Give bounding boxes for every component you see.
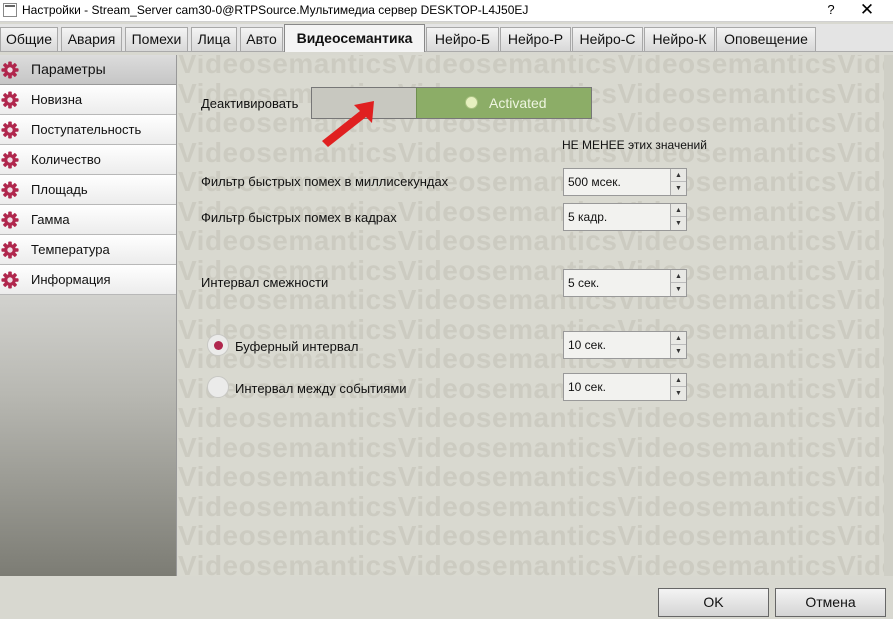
buffer-interval-stepper[interactable]: 10 сек. ▲ ▼ [563, 331, 687, 359]
adjacency-interval-label: Интервал смежности [201, 275, 329, 290]
toggle-on-segment: Activated [416, 88, 591, 118]
buffer-interval-label: Буферный интервал [235, 339, 359, 354]
tab-auto[interactable]: Авто [240, 27, 283, 51]
adjacency-interval-stepper[interactable]: 5 сек. ▲ ▼ [563, 269, 687, 297]
stepper-value: 10 сек. [568, 338, 606, 352]
stepper-up-icon[interactable]: ▲ [671, 204, 686, 217]
tab-neuro-b[interactable]: Нейро-Б [426, 27, 499, 51]
tab-neuro-k[interactable]: Нейро-К [644, 27, 715, 51]
stepper-down-icon[interactable]: ▼ [671, 283, 686, 296]
stepper-down-icon[interactable]: ▼ [671, 387, 686, 400]
gear-icon [1, 91, 19, 109]
ok-button[interactable]: OK [658, 588, 769, 617]
between-events-radio[interactable] [207, 376, 229, 398]
minimum-values-note: НЕ МЕНЕЕ этих значений [562, 138, 707, 152]
watermark-text: VideosemanticsVideosemanticsVideosemanti… [178, 402, 893, 433]
window-titlebar: Настройки - Stream_Server cam30-0@RTPSou… [0, 0, 893, 22]
stepper-down-icon[interactable]: ▼ [671, 182, 686, 195]
stepper-up-icon[interactable]: ▲ [671, 270, 686, 283]
sidebar-item-label: Поступательность [31, 122, 142, 137]
fast-noise-frames-label: Фильтр быстрых помех в кадрах [201, 210, 397, 225]
sidebar-item-label: Гамма [31, 212, 70, 227]
sidebar-item-area[interactable]: Площадь [0, 175, 176, 205]
between-events-stepper[interactable]: 10 сек. ▲ ▼ [563, 373, 687, 401]
sidebar-item-information[interactable]: Информация [0, 265, 176, 295]
tab-general[interactable]: Общие [0, 27, 58, 51]
close-button[interactable]: ✕ [852, 0, 882, 20]
dialog-footer: OK Отмена [0, 576, 893, 619]
right-edge-strip [884, 55, 893, 576]
gear-icon [1, 121, 19, 139]
sidebar-item-label: Температура [31, 242, 110, 257]
sidebar-item-label: Параметры [31, 61, 106, 77]
stepper-buttons: ▲ ▼ [670, 374, 686, 400]
stepper-value: 5 сек. [568, 276, 600, 290]
stepper-value: 10 сек. [568, 380, 606, 394]
stepper-up-icon[interactable]: ▲ [671, 332, 686, 345]
tab-neuro-r[interactable]: Нейро-Р [500, 27, 571, 51]
fast-noise-ms-stepper[interactable]: 500 мсек. ▲ ▼ [563, 168, 687, 196]
watermark-text: VideosemanticsVideosemanticsVideosemanti… [178, 461, 893, 492]
sidebar-item-progressiveness[interactable]: Поступательность [0, 115, 176, 145]
sidebar-item-quantity[interactable]: Количество [0, 145, 176, 175]
tab-notification[interactable]: Оповещение [716, 27, 816, 51]
stepper-up-icon[interactable]: ▲ [671, 169, 686, 182]
fast-noise-frames-stepper[interactable]: 5 кадр. ▲ ▼ [563, 203, 687, 231]
tab-interference[interactable]: Помехи [125, 27, 188, 51]
between-events-label: Интервал между событиями [235, 381, 407, 396]
tab-alarm[interactable]: Авария [61, 27, 122, 51]
red-arrow-icon [322, 101, 374, 147]
tab-bar: Общие Авария Помехи Лица Авто Видеосеман… [0, 24, 893, 52]
fast-noise-ms-label: Фильтр быстрых помех в миллисекундах [201, 174, 449, 189]
sidebar-item-novelty[interactable]: Новизна [0, 85, 176, 115]
sidebar-item-label: Информация [31, 272, 111, 287]
deactivate-label: Деактивировать [201, 96, 299, 111]
sidebar: Параметры Новизна Поступательность Колич… [0, 55, 177, 576]
gear-icon [1, 181, 19, 199]
settings-panel: VideosemanticsVideosemanticsVideosemanti… [178, 55, 893, 576]
watermark-text: VideosemanticsVideosemanticsVideosemanti… [178, 431, 893, 463]
help-button[interactable]: ? [822, 2, 840, 17]
gear-icon [1, 61, 19, 79]
gear-icon [1, 271, 19, 289]
sidebar-item-label: Новизна [31, 92, 83, 107]
sidebar-item-label: Количество [31, 152, 101, 167]
stepper-down-icon[interactable]: ▼ [671, 217, 686, 230]
sidebar-item-temperature[interactable]: Температура [0, 235, 176, 265]
sidebar-item-parameters[interactable]: Параметры [0, 55, 176, 85]
watermark-text: VideosemanticsVideosemanticsVideosemanti… [178, 55, 893, 79]
watermark-text: VideosemanticsVideosemanticsVideosemanti… [178, 549, 893, 576]
gear-icon [1, 241, 19, 259]
stepper-buttons: ▲ ▼ [670, 169, 686, 195]
app-icon [3, 3, 17, 17]
stepper-buttons: ▲ ▼ [670, 332, 686, 358]
cancel-button[interactable]: Отмена [775, 588, 886, 617]
buffer-interval-radio[interactable] [207, 334, 229, 356]
watermark-text: VideosemanticsVideosemanticsVideosemanti… [178, 136, 893, 168]
tab-neuro-s[interactable]: Нейро-С [572, 27, 643, 51]
stepper-up-icon[interactable]: ▲ [671, 374, 686, 387]
toggle-state-label: Activated [489, 95, 547, 111]
status-dot-icon [465, 96, 478, 109]
sidebar-item-label: Площадь [31, 182, 88, 197]
stepper-value: 5 кадр. [568, 210, 608, 224]
stepper-buttons: ▲ ▼ [670, 270, 686, 296]
tab-faces[interactable]: Лица [191, 27, 237, 51]
stepper-buttons: ▲ ▼ [670, 204, 686, 230]
window-title: Настройки - Stream_Server cam30-0@RTPSou… [22, 3, 529, 17]
gear-icon [1, 151, 19, 169]
sidebar-item-gamma[interactable]: Гамма [0, 205, 176, 235]
stepper-value: 500 мсек. [568, 175, 621, 189]
stepper-down-icon[interactable]: ▼ [671, 345, 686, 358]
gear-icon [1, 211, 19, 229]
tab-videosemantics[interactable]: Видеосемантика [284, 24, 425, 52]
watermark-text: VideosemanticsVideosemanticsVideosemanti… [178, 490, 893, 522]
watermark-text: VideosemanticsVideosemanticsVideosemanti… [178, 225, 893, 256]
watermark-text: VideosemanticsVideosemanticsVideosemanti… [178, 520, 893, 551]
